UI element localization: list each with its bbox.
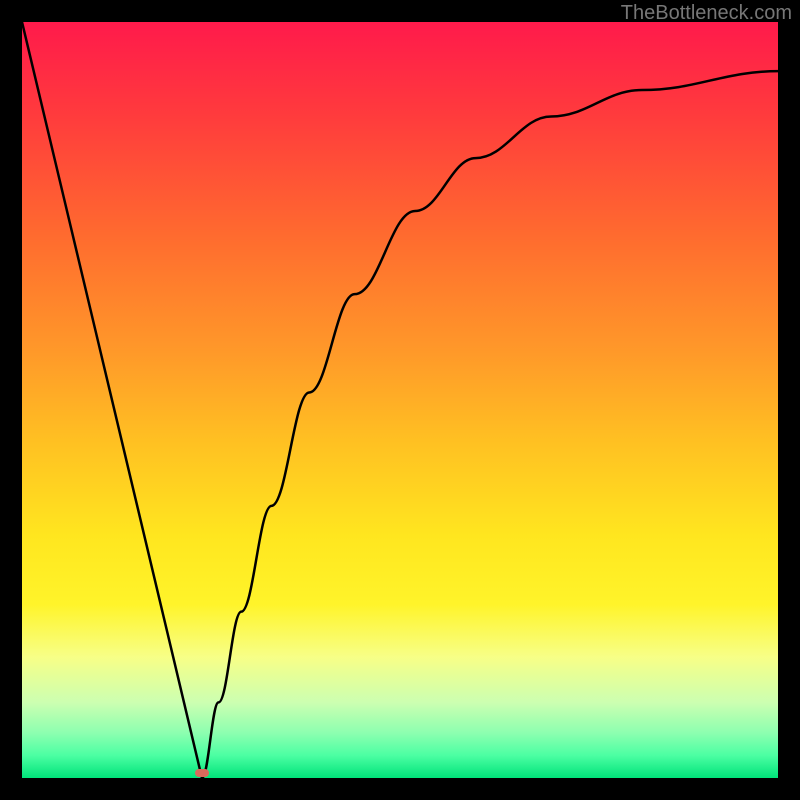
chart-svg bbox=[22, 22, 778, 778]
plot-area bbox=[22, 22, 778, 778]
chart-container: TheBottleneck.com bbox=[0, 0, 800, 800]
curve-left-descent bbox=[22, 22, 202, 778]
curve-right-ascent bbox=[202, 71, 778, 778]
minimum-marker bbox=[195, 769, 209, 777]
